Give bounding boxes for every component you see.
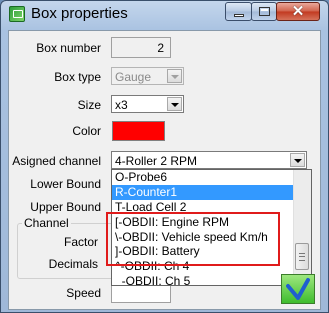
speed-label: Speed <box>66 286 101 300</box>
dialog-body: Box number 2 Box type Gauge Size x3 Colo… <box>8 30 321 310</box>
assigned-channel-value: 4-Roller 2 RPM <box>115 154 198 168</box>
channel-group-title: Channel <box>22 216 71 230</box>
box-type-select: Gauge <box>111 67 184 85</box>
factor-label: Factor <box>63 235 98 249</box>
maximize-button[interactable] <box>251 2 277 21</box>
minimize-button[interactable] <box>225 2 252 21</box>
dropdown-list-item[interactable]: R-Counter1 <box>112 184 294 200</box>
box-number-label: Box number <box>36 41 101 55</box>
size-select[interactable]: x3 <box>111 95 184 113</box>
scrollbar-thumb[interactable] <box>295 243 309 270</box>
dropdown-list-item[interactable]: _-OBDII: Ch 5 <box>112 274 294 285</box>
maximize-icon <box>259 7 270 16</box>
size-label: Size <box>77 98 101 112</box>
box-properties-window: Box properties ✕ Box number 2 Box type G… <box>0 0 329 313</box>
chevron-down-icon[interactable] <box>167 97 182 111</box>
assigned-channel-select[interactable]: 4-Roller 2 RPM <box>111 151 307 169</box>
box-number-field[interactable]: 2 <box>111 37 171 58</box>
ok-button[interactable] <box>281 274 315 304</box>
decimals-label: Decimals <box>48 257 98 271</box>
upper-bound-label: Upper Bound <box>30 200 101 214</box>
box-type-value: Gauge <box>115 70 152 84</box>
box-app-icon <box>9 6 25 22</box>
color-label: Color <box>72 124 101 138</box>
close-icon: ✕ <box>291 3 305 20</box>
speed-select[interactable] <box>111 285 171 303</box>
window-title: Box properties <box>31 5 128 22</box>
minimize-icon <box>234 14 244 17</box>
size-value: x3 <box>115 98 128 112</box>
box-type-label: Box type <box>54 70 101 84</box>
color-swatch[interactable] <box>112 121 165 141</box>
close-button[interactable]: ✕ <box>276 2 320 21</box>
lower-bound-label: Lower Bound <box>30 177 101 191</box>
chevron-down-icon <box>167 69 182 83</box>
annotation-highlight-box <box>106 212 280 266</box>
dropdown-scrollbar[interactable] <box>293 170 311 285</box>
green-checkmark-icon <box>286 278 310 300</box>
assigned-channel-label: Asigned channel <box>12 154 101 168</box>
title-bar[interactable]: Box properties ✕ <box>1 1 328 28</box>
dropdown-list-item[interactable]: O-Probe6 <box>112 170 294 185</box>
chevron-down-icon[interactable] <box>290 153 305 167</box>
